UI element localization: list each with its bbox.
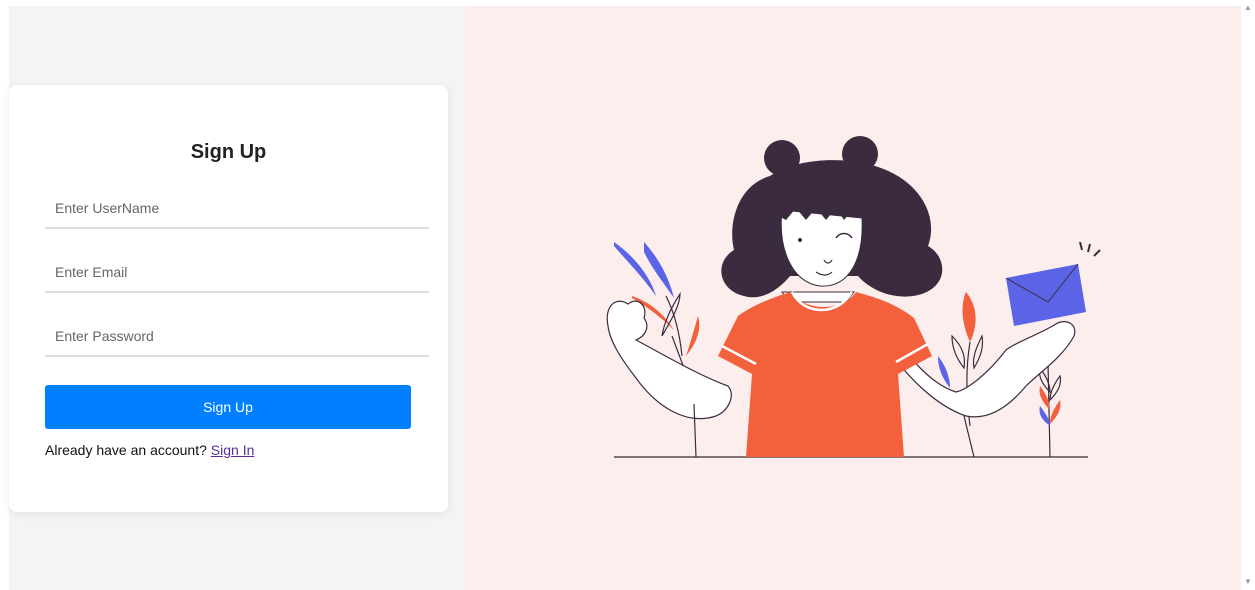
username-input[interactable] — [45, 189, 429, 229]
illustration-pane — [466, 6, 1241, 590]
shirt — [718, 291, 932, 457]
triangle-down-icon[interactable]: ▼ — [1244, 578, 1252, 586]
envelope-icon — [1005, 241, 1101, 326]
signup-button[interactable]: Sign Up — [45, 385, 411, 429]
signup-card: Sign Up Sign Up Already have an account?… — [9, 85, 448, 512]
triangle-up-icon[interactable]: ▲ — [1244, 4, 1252, 12]
girl-illustration — [606, 136, 1101, 458]
page: Sign Up Sign Up Already have an account?… — [9, 6, 1241, 590]
password-input[interactable] — [45, 317, 429, 357]
email-input[interactable] — [45, 253, 429, 293]
scrollbar[interactable]: ▲ ▼ — [1241, 0, 1255, 590]
signin-prompt: Already have an account? — [45, 442, 207, 458]
signup-title: Sign Up — [190, 141, 267, 163]
signin-link[interactable]: Sign In — [211, 442, 255, 458]
signin-row: Already have an account? Sign In — [45, 442, 254, 458]
form-pane: Sign Up Sign Up Already have an account?… — [9, 6, 466, 590]
